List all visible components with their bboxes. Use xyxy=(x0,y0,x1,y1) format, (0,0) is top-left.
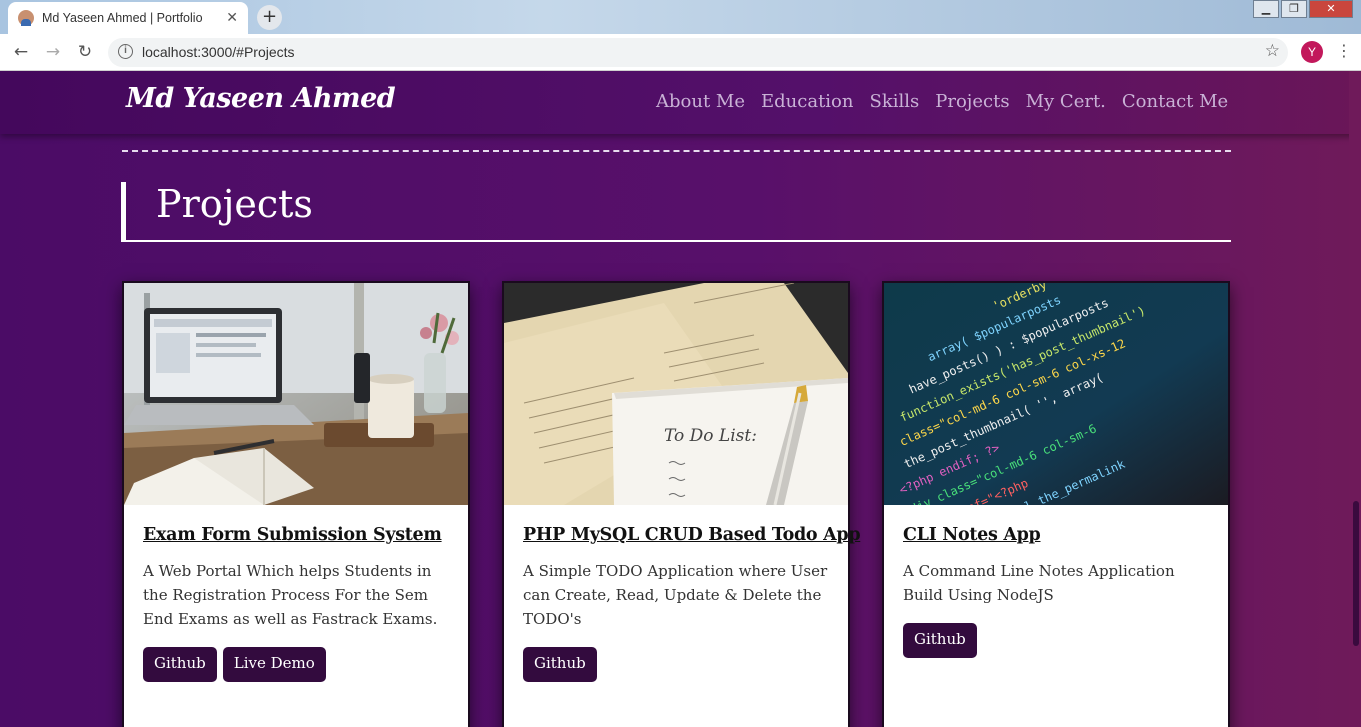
button-row: Github xyxy=(523,647,833,682)
close-window-button[interactable]: ✕ xyxy=(1309,0,1353,18)
page-scrollbar[interactable] xyxy=(1349,71,1361,727)
code-screen-photo: 'orderby array( $popularposts have_posts… xyxy=(884,283,1228,505)
site-menu: About Me Education Skills Projects My Ce… xyxy=(656,91,1244,112)
github-button[interactable]: Github xyxy=(903,623,977,658)
todo-image-text: To Do List: xyxy=(664,426,757,446)
todo-list-calendar-photo: To Do List: xyxy=(504,283,848,505)
nav-link-about[interactable]: About Me xyxy=(656,91,745,112)
project-description: A Web Portal Which helps Students in the… xyxy=(143,562,438,628)
card-body: Exam Form Submission System A Web Portal… xyxy=(143,525,453,682)
github-button[interactable]: Github xyxy=(143,647,217,682)
section-header: Projects xyxy=(121,182,1231,242)
card-body: PHP MySQL CRUD Based Todo App A Simple T… xyxy=(523,525,861,682)
maximize-button[interactable]: ❐ xyxy=(1281,0,1307,18)
project-card: Exam Form Submission System A Web Portal… xyxy=(122,281,470,727)
button-row: Github xyxy=(903,623,1213,658)
project-card: To Do List: PHP MySQL CRUD Based Todo Ap… xyxy=(502,281,861,727)
nav-link-education[interactable]: Education xyxy=(761,91,854,112)
tab-close-icon[interactable]: ✕ xyxy=(226,10,238,26)
bookmark-star-icon[interactable]: ☆ xyxy=(1265,41,1280,61)
github-button[interactable]: Github xyxy=(523,647,597,682)
project-description: A Simple TODO Application where User can… xyxy=(523,562,828,628)
back-arrow-icon[interactable]: ← xyxy=(9,40,33,64)
card-body: CLI Notes App A Command Line Notes Appli… xyxy=(903,525,1213,658)
new-tab-button[interactable]: + xyxy=(257,5,282,30)
browser-tab[interactable]: Md Yaseen Ahmed | Portfolio ✕ xyxy=(8,2,248,34)
dashed-divider xyxy=(122,150,1231,152)
nav-link-contact[interactable]: Contact Me xyxy=(1122,91,1228,112)
nav-link-projects[interactable]: Projects xyxy=(935,91,1009,112)
section-title: Projects xyxy=(156,182,313,226)
browser-menu-icon[interactable]: ⋮ xyxy=(1336,41,1352,60)
favicon-icon xyxy=(18,10,34,26)
minimize-button[interactable]: ▁ xyxy=(1253,0,1279,18)
profile-avatar[interactable]: Y xyxy=(1301,41,1323,63)
reload-icon[interactable]: ↻ xyxy=(73,40,97,64)
address-bar[interactable]: i localhost:3000/#Projects ☆ xyxy=(108,38,1288,67)
site-navbar: Md Yaseen Ahmed About Me Education Skill… xyxy=(0,71,1361,134)
page-viewport: Md Yaseen Ahmed About Me Education Skill… xyxy=(0,71,1361,727)
laptop-desk-photo xyxy=(124,283,468,505)
forward-arrow-icon[interactable]: → xyxy=(41,40,65,64)
project-card: 'orderby array( $popularposts have_posts… xyxy=(882,281,1230,727)
url-text[interactable]: localhost:3000/#Projects xyxy=(142,44,295,60)
project-description: A Command Line Notes Application Build U… xyxy=(903,562,1175,604)
site-brand[interactable]: Md Yaseen Ahmed xyxy=(126,83,396,114)
project-title[interactable]: CLI Notes App xyxy=(903,525,1213,545)
browser-tabstrip: Md Yaseen Ahmed | Portfolio ✕ + ▁ ❐ ✕ xyxy=(0,0,1361,34)
site-info-icon[interactable]: i xyxy=(118,44,133,59)
live-demo-button[interactable]: Live Demo xyxy=(222,647,326,682)
browser-toolbar: ← → ↻ i localhost:3000/#Projects ☆ Y ⋮ xyxy=(0,34,1361,71)
nav-link-skills[interactable]: Skills xyxy=(870,91,920,112)
project-title[interactable]: PHP MySQL CRUD Based Todo App xyxy=(523,525,861,545)
tab-title: Md Yaseen Ahmed | Portfolio xyxy=(42,11,203,25)
nav-link-cert[interactable]: My Cert. xyxy=(1026,91,1106,112)
project-title[interactable]: Exam Form Submission System xyxy=(143,525,453,545)
window-controls: ▁ ❐ ✕ xyxy=(1251,0,1353,18)
button-row: Github Live Demo xyxy=(143,647,453,682)
